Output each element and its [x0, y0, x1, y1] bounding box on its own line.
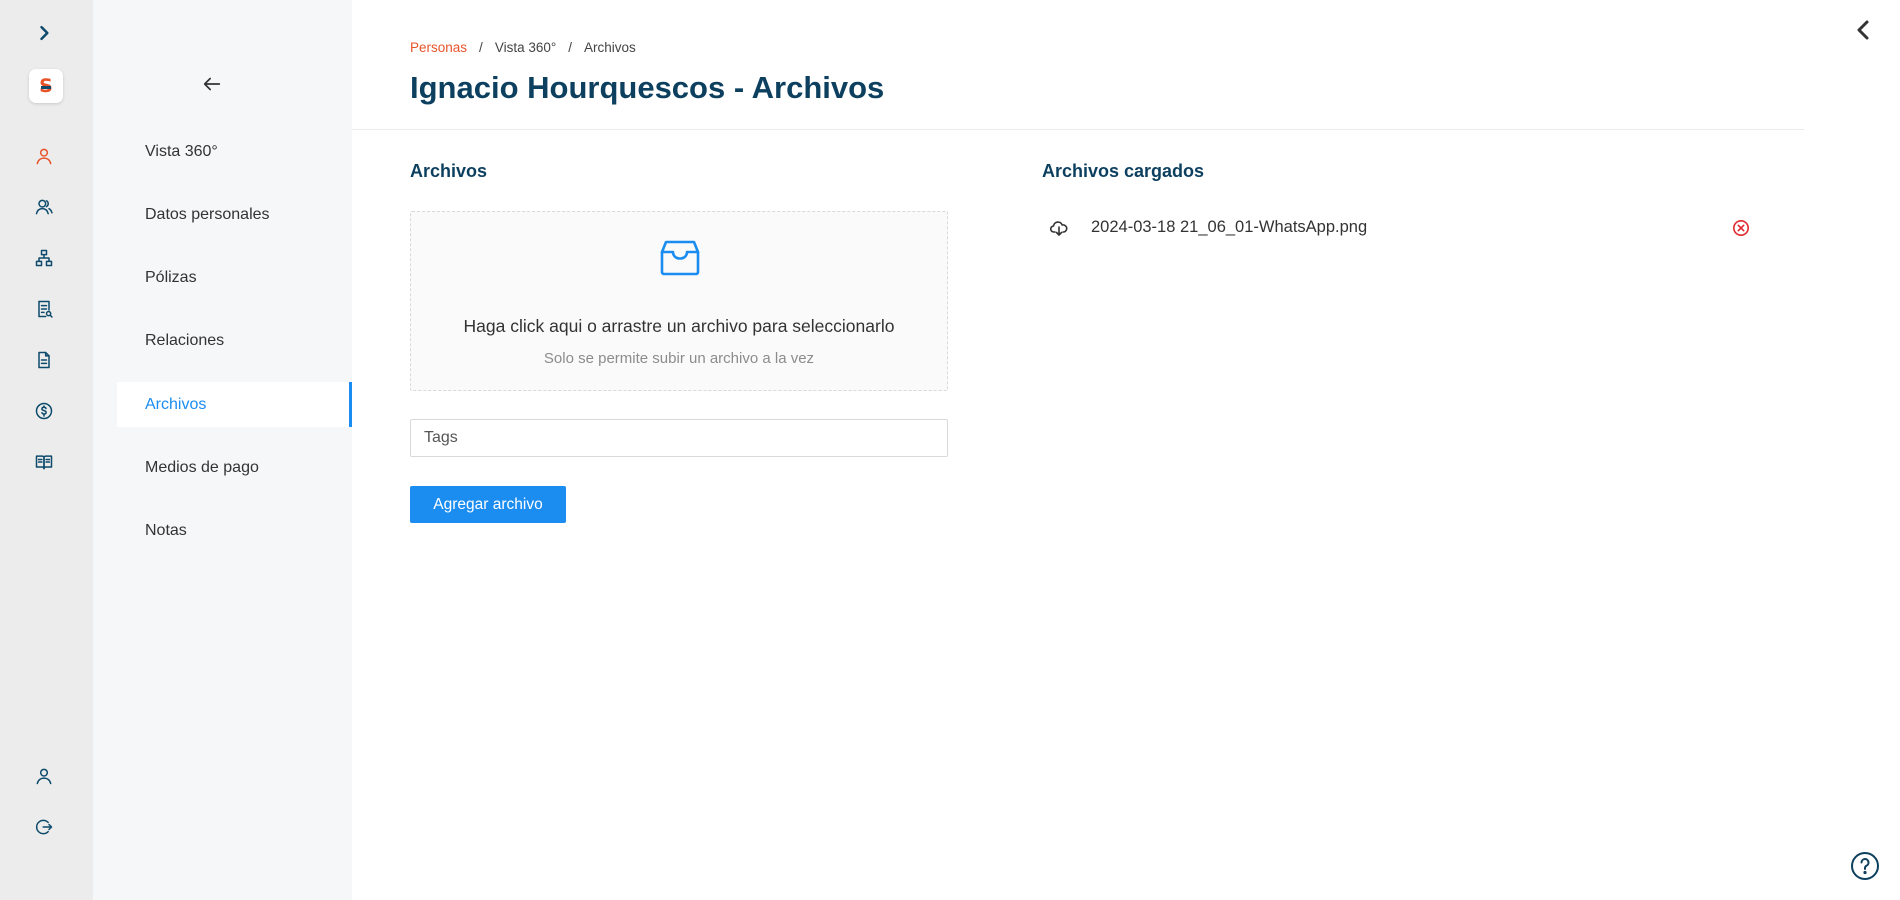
back-arrow-icon[interactable]	[199, 72, 225, 96]
breadcrumb-separator: /	[479, 40, 483, 55]
subnav-item-notas[interactable]: Notas	[117, 508, 352, 553]
subnav-item-label: Datos personales	[145, 205, 270, 223]
uploaded-section-title: Archivos cargados	[1042, 161, 1205, 181]
subnav-item-label: Vista 360°	[145, 142, 218, 160]
help-icon[interactable]	[1850, 851, 1880, 881]
subnav-item-archivos[interactable]: Archivos	[117, 382, 352, 427]
document-icon[interactable]	[27, 343, 61, 377]
expand-chevron-right-icon[interactable]	[27, 16, 61, 50]
add-file-button[interactable]: Agregar archivo	[410, 486, 566, 523]
subnav-item-label: Archivos	[145, 395, 207, 413]
app-logo[interactable]: S	[29, 69, 63, 103]
inbox-icon	[658, 236, 702, 280]
remove-circle-icon[interactable]	[1732, 219, 1750, 237]
user-profile-icon[interactable]	[27, 759, 61, 793]
subnav-item-label: Relaciones	[145, 331, 225, 349]
header-divider	[352, 129, 1804, 130]
logout-icon[interactable]	[27, 810, 61, 844]
file-dropzone[interactable]: Haga click aqui o arrastre un archivo pa…	[410, 211, 948, 391]
subnav-item-datos-personales[interactable]: Datos personales	[117, 192, 352, 237]
uploaded-file-row: 2024-03-18 21_06_01-WhatsApp.png	[1042, 214, 1758, 242]
breadcrumb-item-vista-360[interactable]: Vista 360°	[495, 40, 556, 55]
cloud-download-icon[interactable]	[1049, 220, 1068, 236]
people-icon[interactable]	[27, 190, 61, 224]
upload-section-title: Archivos	[410, 161, 488, 181]
logo-text: S	[39, 74, 53, 97]
breadcrumb-item-archivos: Archivos	[584, 40, 636, 55]
org-chart-icon[interactable]	[27, 241, 61, 275]
person-icon[interactable]	[27, 139, 61, 173]
collapse-panel-chevron-left-icon[interactable]	[1852, 17, 1874, 43]
person-subnav: Vista 360° Datos personales Pólizas Rela…	[93, 0, 352, 900]
policy-document-icon[interactable]	[27, 292, 61, 326]
uploaded-file-name[interactable]: 2024-03-18 21_06_01-WhatsApp.png	[1091, 218, 1367, 237]
dropzone-title: Haga click aqui o arrastre un archivo pa…	[463, 316, 895, 336]
breadcrumb-item-personas[interactable]: Personas	[410, 40, 467, 55]
dropzone-hint: Solo se permite subir un archivo a la ve…	[543, 350, 815, 367]
subnav-item-vista-360[interactable]: Vista 360°	[117, 129, 352, 174]
book-icon[interactable]	[27, 445, 61, 479]
icon-rail: S	[0, 0, 93, 900]
subnav-item-medios-de-pago[interactable]: Medios de pago	[117, 445, 352, 490]
subnav-item-label: Notas	[145, 521, 187, 539]
subnav-item-polizas[interactable]: Pólizas	[117, 255, 352, 300]
subnav-item-relaciones[interactable]: Relaciones	[117, 318, 352, 363]
dollar-icon[interactable]	[27, 394, 61, 428]
page-title: Ignacio Hourquescos - Archivos	[410, 70, 885, 105]
tags-input[interactable]	[410, 419, 948, 457]
breadcrumb: Personas / Vista 360° / Archivos	[410, 40, 636, 55]
breadcrumb-separator: /	[568, 40, 573, 55]
subnav-item-label: Medios de pago	[145, 458, 259, 476]
subnav-item-label: Pólizas	[145, 268, 197, 286]
